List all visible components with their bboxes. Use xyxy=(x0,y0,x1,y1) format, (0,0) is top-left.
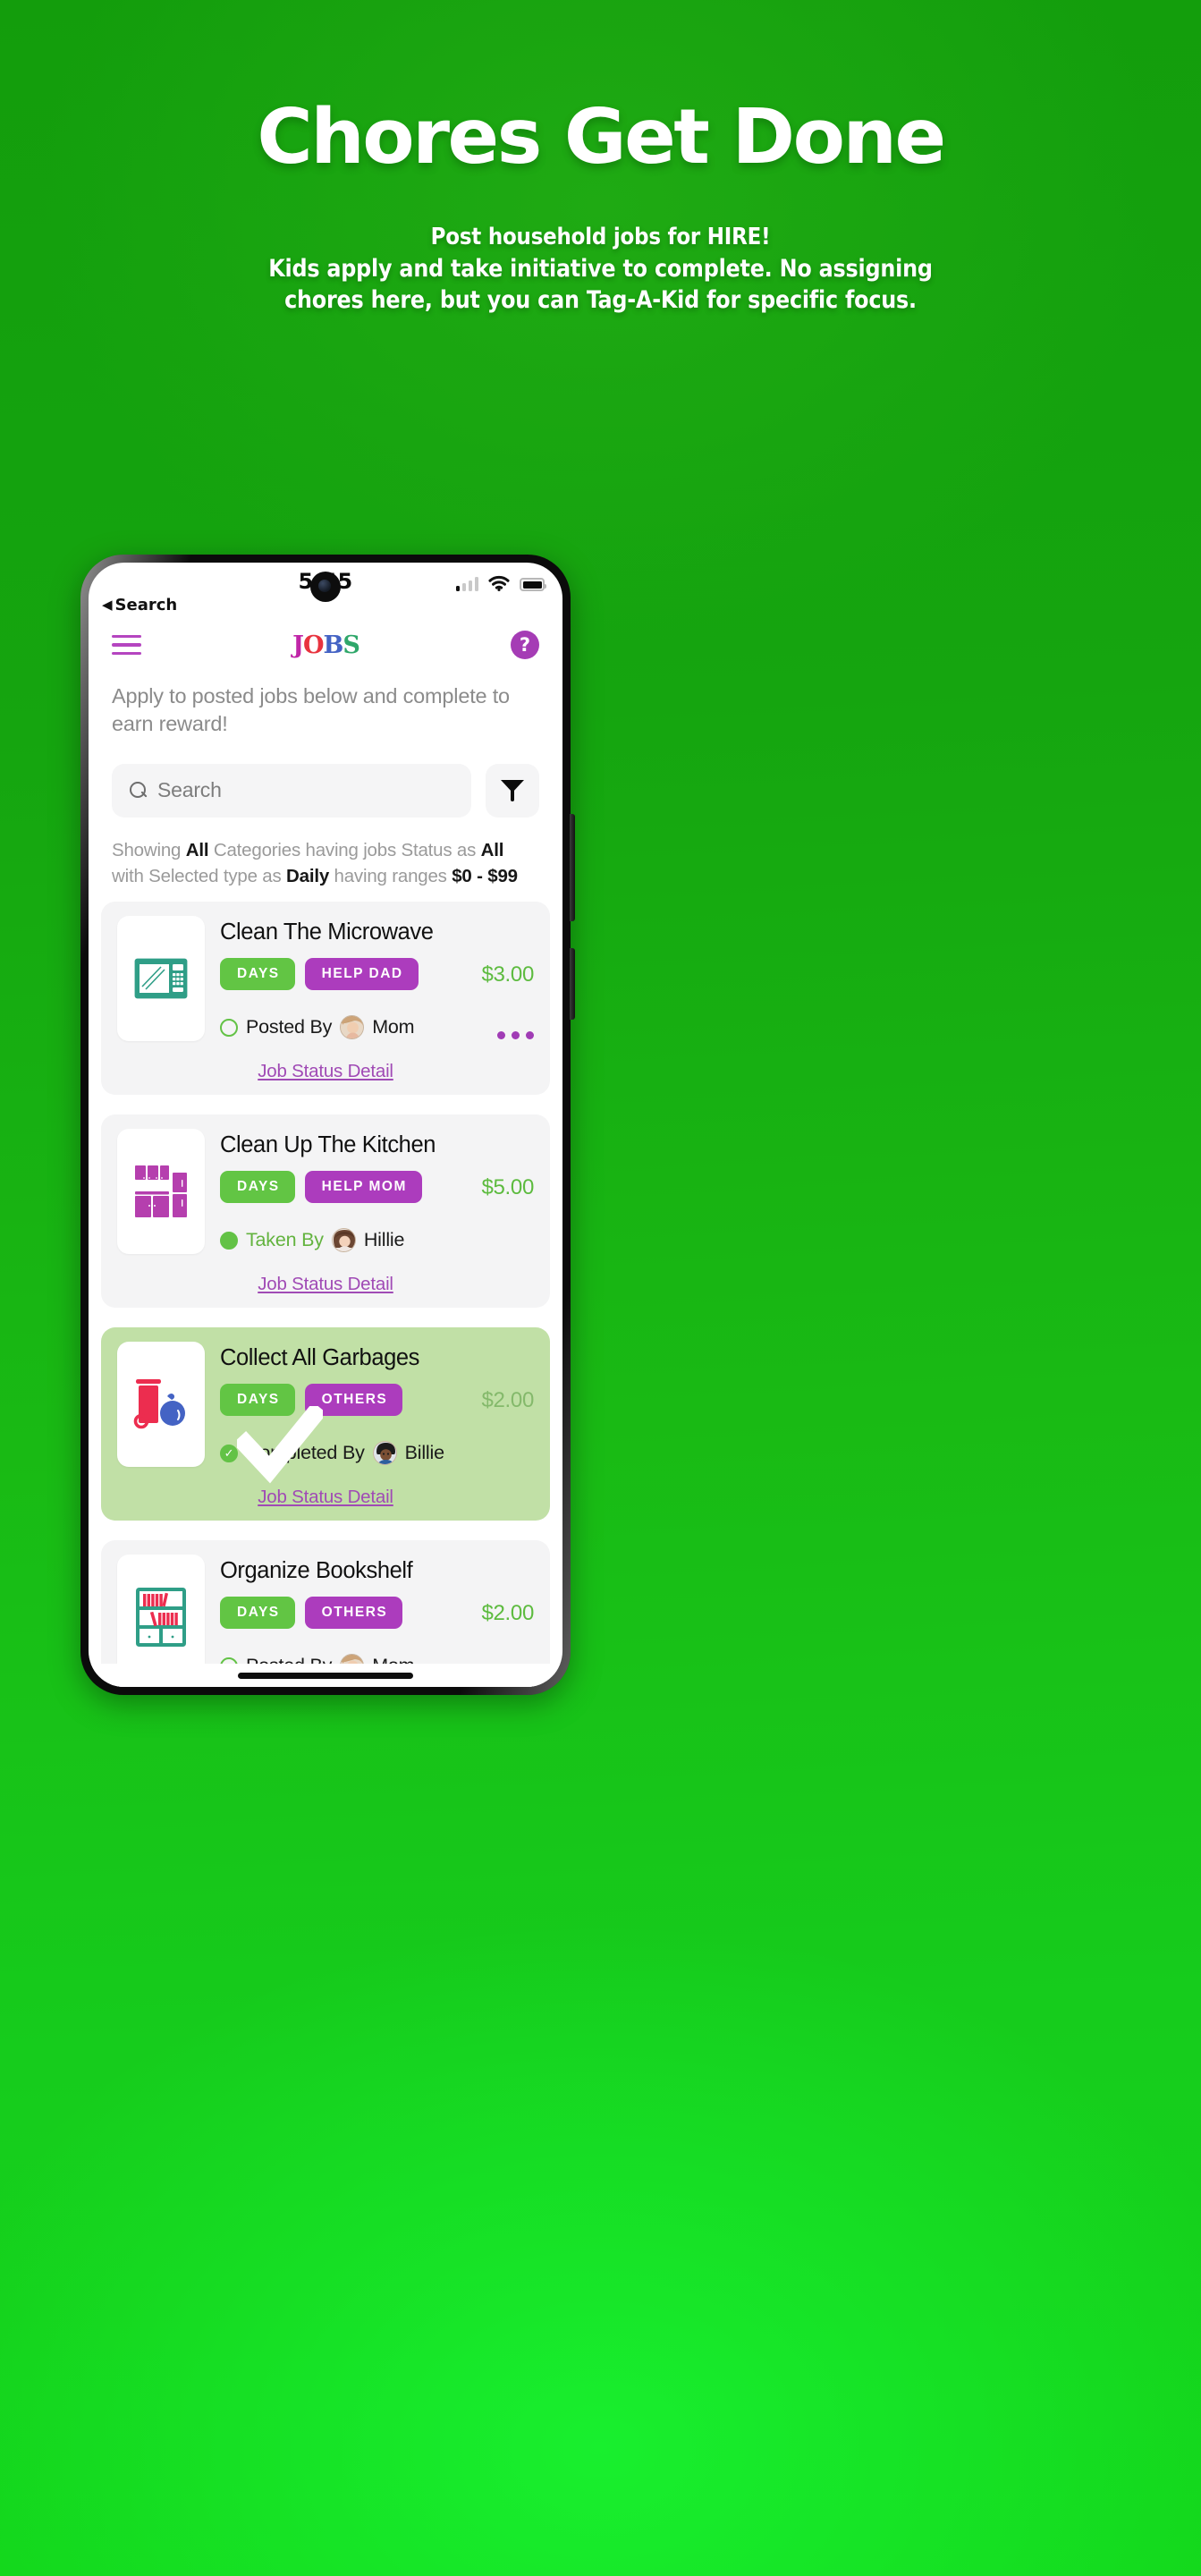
avatar xyxy=(331,1228,356,1253)
filter-funnel-icon xyxy=(501,779,524,801)
completed-check-icon: ✓ xyxy=(220,1444,238,1462)
intro-text: Apply to posted jobs below and complete … xyxy=(112,684,510,736)
logo-letter-j: J xyxy=(292,631,304,659)
poster-name: Mom xyxy=(372,1016,415,1038)
table-row[interactable]: Collect All Garbages DAYS OTHERS $2.00 ✓… xyxy=(101,1327,550,1521)
battery-full-icon xyxy=(520,578,546,591)
poster-label: Completed By xyxy=(246,1442,365,1464)
job-poster: ✓ Completed By Billie xyxy=(220,1441,534,1466)
job-price: $2.00 xyxy=(481,1601,534,1626)
filter-summary: Showing All Categories having jobs Statu… xyxy=(89,818,562,902)
bookshelf-icon xyxy=(136,1588,186,1648)
home-indicator[interactable] xyxy=(238,1673,413,1679)
job-title: Clean Up The Kitchen xyxy=(220,1132,436,1158)
microwave-icon xyxy=(134,958,188,999)
job-thumbnail xyxy=(117,1129,205,1255)
status-badge: DAYS xyxy=(220,1384,295,1417)
summary-prefix-3: with Selected type as xyxy=(112,866,282,887)
promo-subtitle-line-3: chores here, but you can Tag-A-Kid for s… xyxy=(284,286,917,315)
search-input[interactable]: Search xyxy=(112,763,471,818)
avatar xyxy=(372,1441,397,1466)
status-badge: DAYS xyxy=(220,958,295,991)
logo-letter-s: S xyxy=(343,631,359,659)
summary-value-status: All xyxy=(480,839,504,860)
job-thumbnail xyxy=(117,1342,205,1468)
job-poster: Taken By Hillie xyxy=(220,1228,534,1253)
status-bar: 5:45 ◀ Search xyxy=(89,563,562,616)
search-icon xyxy=(130,782,147,799)
summary-prefix-1: Showing xyxy=(112,839,182,860)
poster-name: Billie xyxy=(404,1442,444,1464)
back-label: Search xyxy=(114,596,178,614)
summary-prefix-4: having ranges xyxy=(334,866,447,887)
category-badge: HELP DAD xyxy=(304,958,419,991)
back-to-search-button[interactable]: ◀ Search xyxy=(102,596,177,614)
job-status-detail-link[interactable]: Job Status Detail xyxy=(117,1274,534,1295)
poster-label: Taken By xyxy=(246,1229,324,1251)
jobs-logo: JOBS xyxy=(292,631,360,659)
more-options-icon[interactable] xyxy=(497,1031,534,1040)
job-thumbnail xyxy=(117,1555,205,1681)
wifi-icon xyxy=(488,575,510,591)
summary-value-categories: All xyxy=(185,839,209,860)
job-price: $2.00 xyxy=(481,1388,534,1413)
help-circle-icon[interactable]: ? xyxy=(510,631,539,659)
status-circle-icon xyxy=(220,1231,238,1250)
status-circle-icon xyxy=(220,1018,238,1037)
logo-letter-b: B xyxy=(323,631,343,659)
filter-button[interactable] xyxy=(486,763,539,818)
phone-screen: 5:45 ◀ Search J xyxy=(89,563,562,1687)
summary-value-range: $0 - $99 xyxy=(452,866,518,887)
table-row[interactable]: Clean Up The Kitchen DAYS HELP MOM $5.00… xyxy=(101,1114,550,1309)
job-title: Collect All Garbages xyxy=(220,1345,420,1371)
job-status-detail-link[interactable]: Job Status Detail xyxy=(117,1061,534,1082)
job-status-detail-link[interactable]: Job Status Detail xyxy=(117,1487,534,1508)
search-row: Search xyxy=(89,739,562,818)
category-badge: OTHERS xyxy=(304,1384,403,1417)
category-badge: OTHERS xyxy=(304,1597,403,1630)
search-placeholder: Search xyxy=(157,778,222,802)
app-header: JOBS ? xyxy=(89,616,562,665)
poster-label: Posted By xyxy=(246,1016,333,1038)
status-bar-indicators xyxy=(455,575,546,591)
back-caret-icon: ◀ xyxy=(102,597,113,613)
avatar xyxy=(340,1015,365,1040)
garbage-bin-icon xyxy=(133,1379,185,1429)
table-row[interactable]: Clean The Microwave DAYS HELP DAD $3.00 … xyxy=(101,902,550,1096)
job-price: $3.00 xyxy=(481,962,534,987)
job-price: $5.00 xyxy=(481,1175,534,1200)
job-list: Clean The Microwave DAYS HELP DAD $3.00 … xyxy=(89,902,562,1687)
logo-letter-o: O xyxy=(302,631,325,659)
status-badge: DAYS xyxy=(220,1171,295,1204)
category-badge: HELP MOM xyxy=(304,1171,422,1204)
page-title: Chores Get Done xyxy=(257,93,946,182)
summary-value-type: Daily xyxy=(286,866,330,887)
cellular-signal-icon xyxy=(455,577,478,591)
phone-mockup: 5:45 ◀ Search J xyxy=(80,555,575,1695)
summary-prefix-2: Categories having jobs Status as xyxy=(213,839,477,860)
promo-subtitle-line-1: Post household jobs for HIRE! xyxy=(430,224,771,251)
front-camera-notch xyxy=(310,572,341,602)
job-thumbnail xyxy=(117,916,205,1042)
promo-subtitle: Post household jobs for HIRE! Kids apply… xyxy=(0,223,1201,316)
kitchen-cabinets-icon xyxy=(135,1165,187,1218)
status-badge: DAYS xyxy=(220,1597,295,1630)
job-title: Organize Bookshelf xyxy=(220,1558,413,1584)
job-title: Clean The Microwave xyxy=(220,919,434,945)
job-poster: Posted By Mom xyxy=(220,1015,534,1040)
poster-name: Hillie xyxy=(363,1229,405,1251)
hamburger-menu-icon[interactable] xyxy=(112,634,141,656)
promo-header: Chores Get Done Post household jobs for … xyxy=(0,0,1201,317)
promo-subtitle-line-2: Kids apply and take initiative to comple… xyxy=(268,255,933,284)
